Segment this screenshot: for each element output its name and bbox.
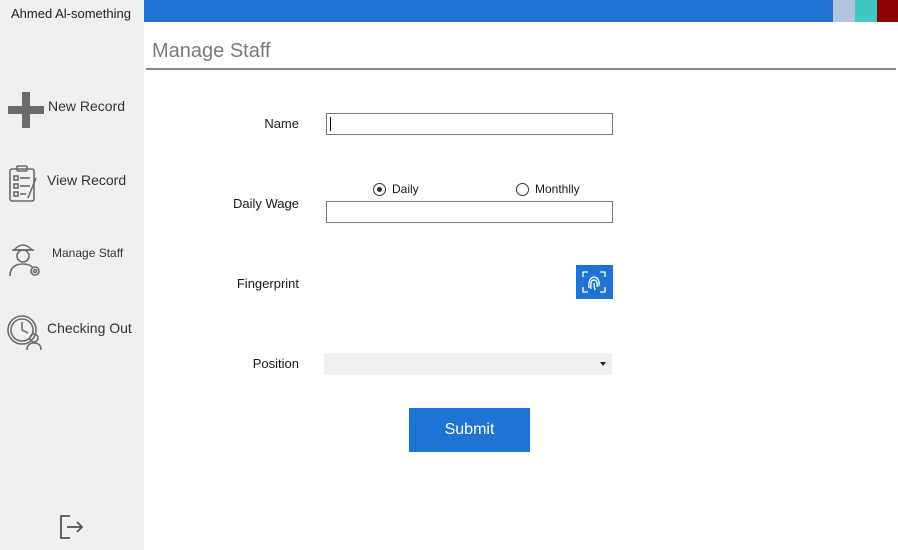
fingerprint-button[interactable] — [576, 265, 613, 299]
submit-button[interactable]: Submit — [409, 408, 530, 452]
sidebar-item-checking-out[interactable]: Checking Out — [0, 306, 144, 354]
fingerprint-icon — [581, 269, 607, 300]
user-name: Ahmed Al-something — [11, 6, 131, 21]
radio-dot — [377, 187, 382, 192]
daily-radio-label: Daily — [392, 182, 419, 196]
sidebar-item-label: New Record — [48, 98, 126, 114]
sidebar-item-new-record[interactable]: New Record — [0, 84, 144, 132]
sidebar: Ahmed Al-something New Record View Recor… — [0, 0, 144, 550]
title-divider — [146, 68, 896, 70]
sidebar-item-label: Checking Out — [47, 320, 132, 336]
logout-icon[interactable] — [56, 512, 88, 542]
close-icon[interactable] — [877, 0, 898, 22]
position-select[interactable] — [324, 353, 612, 375]
sidebar-item-manage-staff[interactable]: Manage Staff — [0, 232, 144, 280]
chevron-down-icon — [600, 362, 606, 366]
radio-circle — [516, 183, 529, 196]
name-input[interactable] — [326, 113, 613, 135]
clock-person-icon — [6, 312, 42, 351]
name-label: Name — [264, 116, 299, 131]
daily-wage-label: Daily Wage — [233, 196, 299, 211]
title-bar — [144, 0, 898, 22]
worker-settings-icon — [6, 238, 42, 277]
text-caret — [330, 117, 331, 131]
plus-icon — [6, 90, 44, 128]
monthly-radio-label: Monthlly — [535, 182, 580, 196]
sidebar-item-label: Manage Staff — [52, 246, 124, 260]
daily-wage-input[interactable] — [326, 201, 613, 223]
sidebar-item-view-record[interactable]: View Record — [0, 158, 144, 206]
sidebar-item-label: View Record — [47, 172, 127, 188]
radio-circle — [373, 183, 386, 196]
page-title: Manage Staff — [152, 40, 271, 62]
fingerprint-label: Fingerprint — [236, 276, 299, 291]
checklist-clipboard-icon — [6, 164, 42, 202]
maximize-icon[interactable] — [855, 0, 877, 22]
position-label: Position — [252, 356, 299, 371]
minimize-icon[interactable] — [833, 0, 855, 22]
